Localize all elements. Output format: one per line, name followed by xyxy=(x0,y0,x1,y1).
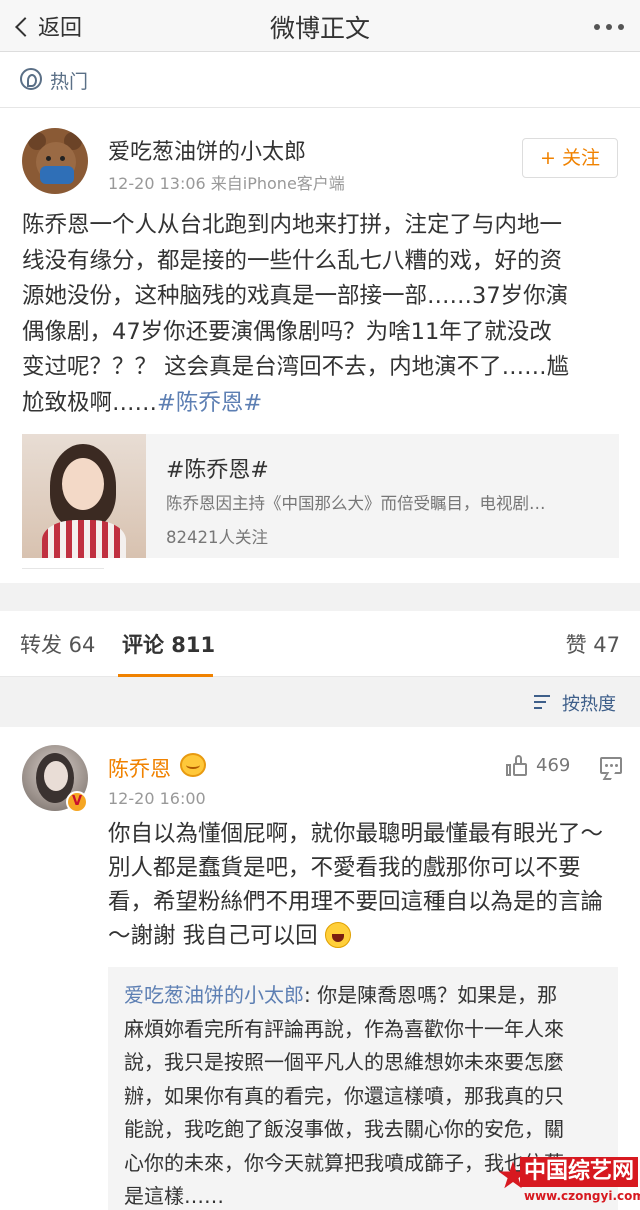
laughing-emoji-icon xyxy=(324,922,351,948)
location-pin-icon xyxy=(20,68,42,90)
watermark-url: www.czongyi.com xyxy=(524,1189,640,1203)
post-meta: 12-20 13:06 来自iPhone客户端 xyxy=(108,170,345,194)
quote-line: 麻煩妳看完所有評論再說，作為喜歡你十一年人來 xyxy=(124,1016,564,1041)
sort-bar: 按热度 xyxy=(0,677,640,727)
quote-line: 說，我只是按照一個平凡人的思維想妳未來要怎麼 xyxy=(124,1050,564,1074)
vip-emoji-icon xyxy=(180,753,206,777)
topic-card-title: #陈乔恩# xyxy=(166,458,269,483)
verified-badge-icon: V xyxy=(66,791,88,813)
post-author-name[interactable]: 爱吃葱油饼的小太郎 xyxy=(108,134,306,166)
post-line: 变过呢？？？ 这会真是台湾回不去，内地演不了……尴 xyxy=(22,354,570,380)
hot-section-bar[interactable]: 热门 xyxy=(0,52,640,108)
post-line-end: 尬致极啊…… xyxy=(22,389,158,416)
weibo-post: 爱吃葱油饼的小太郎 12-20 13:06 来自iPhone客户端 + 关注 陈… xyxy=(0,108,640,583)
post-line: 源她没份，这种脑残的戏真是一部接一部……37岁你演 xyxy=(22,283,569,309)
like-icon[interactable] xyxy=(506,755,528,777)
comment-line: 看，希望粉絲們不用理不要回這種自以為是的言論 xyxy=(108,889,604,915)
tab-like[interactable]: 赞 47 xyxy=(566,629,620,659)
post-body-text: 陈乔恩一个人从台北跑到内地来打拼，注定了与内地一 线没有缘分，都是接的一些什么乱… xyxy=(22,208,624,421)
post-source: 来自iPhone客户端 xyxy=(210,174,345,193)
topic-card-followers: 82421人关注 xyxy=(166,528,268,547)
comment-line-end: ～謝謝 我自己可以回 xyxy=(108,923,318,949)
interaction-tabs: 转发 64 评论 811 赞 47 xyxy=(0,611,640,677)
comment-body-text: 你自以為懂個屁啊，就你最聰明最懂最有眼光了～ 別人都是蠢貨是吧，不愛看我的戲那你… xyxy=(108,817,628,953)
comment-like-count[interactable]: 469 xyxy=(536,755,570,776)
hot-label: 热门 xyxy=(50,71,89,93)
divider xyxy=(22,568,104,578)
sort-icon[interactable] xyxy=(534,693,554,711)
quote-line: 辦，如果你有真的看完，你還這樣噴，那我真的只 xyxy=(124,1083,564,1108)
follow-button[interactable]: + 关注 xyxy=(522,138,618,178)
comment-line: 別人都是蠢貨是吧，不愛看我的戲那你可以不要 xyxy=(108,855,581,881)
site-watermark: 中国综艺网 www.czongyi.com xyxy=(498,1155,640,1207)
comment-line: 你自以為懂個屁啊，就你最聰明最懂最有眼光了～ xyxy=(108,821,604,847)
quote-first-text: : 你是陳喬恩嗎？如果是，那 xyxy=(304,983,558,1007)
comment-line: ～謝謝 我自己可以回 xyxy=(108,919,628,953)
topic-card-description: 陈乔恩因主持《中国那么大》而倍受瞩目，电视剧… xyxy=(166,494,546,513)
comment-item: V 陈乔恩 12-20 16:00 469 你自以為懂個屁啊，就你最聰明最懂最有… xyxy=(0,727,640,1210)
author-avatar[interactable] xyxy=(22,128,88,194)
commenter-name[interactable]: 陈乔恩 xyxy=(108,753,171,783)
post-time: 12-20 13:06 xyxy=(108,174,206,193)
watermark-title: 中国综艺网 xyxy=(520,1157,638,1187)
more-options-icon[interactable] xyxy=(594,24,624,30)
topic-card[interactable]: #陈乔恩# 陈乔恩因主持《中国那么大》而倍受瞩目，电视剧… 82421人关注 xyxy=(22,434,619,558)
top-nav-bar: 返回 微博正文 xyxy=(0,0,640,52)
topic-image xyxy=(22,434,146,558)
comment-time: 12-20 16:00 xyxy=(108,789,206,808)
post-line: 线没有缘分，都是接的一些什么乱七八糟的戏，好的资 xyxy=(22,247,563,274)
quote-line: 能說，我吃飽了飯沒事做，我去關心你的安危，關 xyxy=(124,1117,564,1141)
topic-hashtag-link[interactable]: #陈乔恩# xyxy=(157,390,262,416)
tab-repost[interactable]: 转发 64 xyxy=(20,629,95,659)
post-line: 陈乔恩一个人从台北跑到内地来打拼，注定了与内地一 xyxy=(22,212,563,238)
post-line: 偶像剧，47岁你还要演偶像剧吗？为啥11年了就没改 xyxy=(22,318,552,345)
sort-by-hot-button[interactable]: 按热度 xyxy=(562,690,616,716)
quoted-author-link[interactable]: 爱吃葱油饼的小太郎 xyxy=(124,983,304,1007)
post-line: 尬致极啊……#陈乔恩# xyxy=(22,386,624,422)
page-title: 微博正文 xyxy=(269,14,370,43)
quote-line: 爱吃葱油饼的小太郎: 你是陳喬恩嗎？如果是，那 xyxy=(124,979,610,1013)
reply-icon[interactable] xyxy=(600,757,622,774)
tab-comment[interactable]: 评论 811 xyxy=(122,629,215,659)
